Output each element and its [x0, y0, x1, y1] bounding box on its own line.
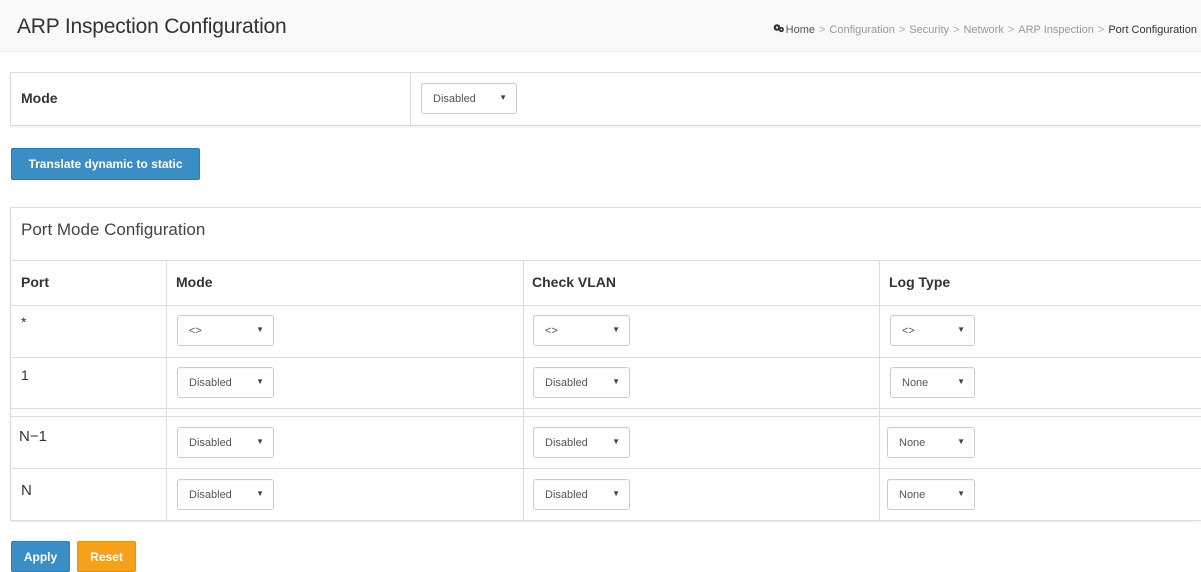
mode-select[interactable]: <> ▼	[177, 315, 274, 346]
column-header-log-type: Log Type	[889, 274, 951, 290]
check-vlan-select-value: Disabled	[545, 437, 588, 449]
breadcrumb-arp-inspection[interactable]: ARP Inspection	[1018, 24, 1094, 36]
mode-select[interactable]: Disabled ▼	[177, 367, 274, 398]
breadcrumb-network[interactable]: Network	[963, 24, 1003, 36]
mode-select-value: <>	[189, 325, 202, 337]
apply-button[interactable]: Apply	[11, 541, 70, 572]
chevron-down-icon: ▼	[612, 325, 620, 334]
chevron-down-icon: ▼	[612, 489, 620, 498]
log-type-select[interactable]: <> ▼	[890, 315, 975, 346]
row-divider	[11, 305, 1201, 306]
breadcrumb-configuration[interactable]: Configuration	[829, 24, 894, 36]
global-mode-select-value: Disabled	[433, 93, 476, 105]
check-vlan-select[interactable]: <> ▼	[533, 315, 630, 346]
translate-dynamic-to-static-button[interactable]: Translate dynamic to static	[11, 148, 200, 180]
check-vlan-select[interactable]: Disabled ▼	[533, 479, 630, 510]
log-type-select-value: None	[899, 437, 926, 449]
row-divider	[11, 408, 1201, 409]
home-icon	[773, 24, 784, 33]
mode-select-value: Disabled	[189, 437, 232, 449]
port-mode-configuration-panel: Port Mode Configuration Port Mode Check …	[10, 207, 1201, 521]
chevron-down-icon: ▼	[256, 325, 264, 334]
port-cell: N−1	[19, 428, 47, 445]
breadcrumb-home[interactable]: Home	[786, 24, 815, 36]
log-type-select-value: None	[899, 489, 926, 501]
breadcrumb: Home > Configuration > Security > Network > ARP …	[773, 23, 1197, 36]
chevron-down-icon: ▼	[612, 437, 620, 446]
page-title: ARP Inspection Configuration	[17, 15, 287, 38]
column-divider	[166, 261, 167, 521]
log-type-select[interactable]: None ▼	[890, 367, 975, 398]
mode-select[interactable]: Disabled ▼	[177, 427, 274, 458]
chevron-down-icon: ▼	[957, 377, 965, 386]
panel-heading: Port Mode Configuration	[11, 208, 1201, 261]
check-vlan-select-value: Disabled	[545, 377, 588, 389]
port-cell: 1	[21, 367, 29, 383]
chevron-down-icon: ▼	[957, 437, 965, 446]
mode-label: Mode	[21, 90, 58, 106]
check-vlan-select[interactable]: Disabled ▼	[533, 427, 630, 458]
global-mode-panel: Mode Disabled ▼	[10, 72, 1201, 126]
chevron-down-icon: ▼	[957, 489, 965, 498]
mode-select-value: Disabled	[189, 489, 232, 501]
breadcrumb-separator: >	[818, 24, 826, 36]
breadcrumb-separator: >	[898, 24, 906, 36]
breadcrumb-security[interactable]: Security	[909, 24, 949, 36]
column-divider	[879, 261, 880, 521]
log-type-select[interactable]: None ▼	[887, 479, 975, 510]
panel-title: Port Mode Configuration	[21, 220, 206, 239]
global-mode-select[interactable]: Disabled ▼	[421, 83, 517, 114]
chevron-down-icon: ▼	[612, 377, 620, 386]
mode-select[interactable]: Disabled ▼	[177, 479, 274, 510]
breadcrumb-separator: >	[1097, 24, 1105, 36]
title-bar: ARP Inspection Configuration Home > Config…	[0, 0, 1201, 52]
row-divider	[11, 357, 1201, 358]
chevron-down-icon: ▼	[256, 437, 264, 446]
port-cell: *	[21, 314, 27, 330]
breadcrumb-current: Port Configuration	[1108, 24, 1197, 36]
column-header-check-vlan: Check VLAN	[532, 274, 617, 290]
port-cell: N	[21, 482, 32, 499]
mode-divider	[410, 73, 411, 125]
row-divider	[11, 416, 1201, 417]
log-type-select[interactable]: None ▼	[887, 427, 975, 458]
column-header-port: Port	[21, 274, 49, 290]
log-type-select-value: <>	[902, 325, 915, 337]
row-divider	[11, 468, 1201, 469]
check-vlan-select-value: Disabled	[545, 489, 588, 501]
chevron-down-icon: ▼	[256, 377, 264, 386]
reset-button[interactable]: Reset	[77, 541, 136, 572]
chevron-down-icon: ▼	[499, 93, 507, 102]
column-divider	[523, 261, 524, 521]
chevron-down-icon: ▼	[957, 325, 965, 334]
log-type-select-value: None	[902, 377, 929, 389]
check-vlan-select[interactable]: Disabled ▼	[533, 367, 630, 398]
chevron-down-icon: ▼	[256, 489, 264, 498]
breadcrumb-separator: >	[1007, 24, 1015, 36]
column-header-mode: Mode	[176, 274, 213, 290]
mode-select-value: Disabled	[189, 377, 232, 389]
breadcrumb-separator: >	[953, 24, 960, 36]
check-vlan-select-value: <>	[545, 325, 558, 337]
